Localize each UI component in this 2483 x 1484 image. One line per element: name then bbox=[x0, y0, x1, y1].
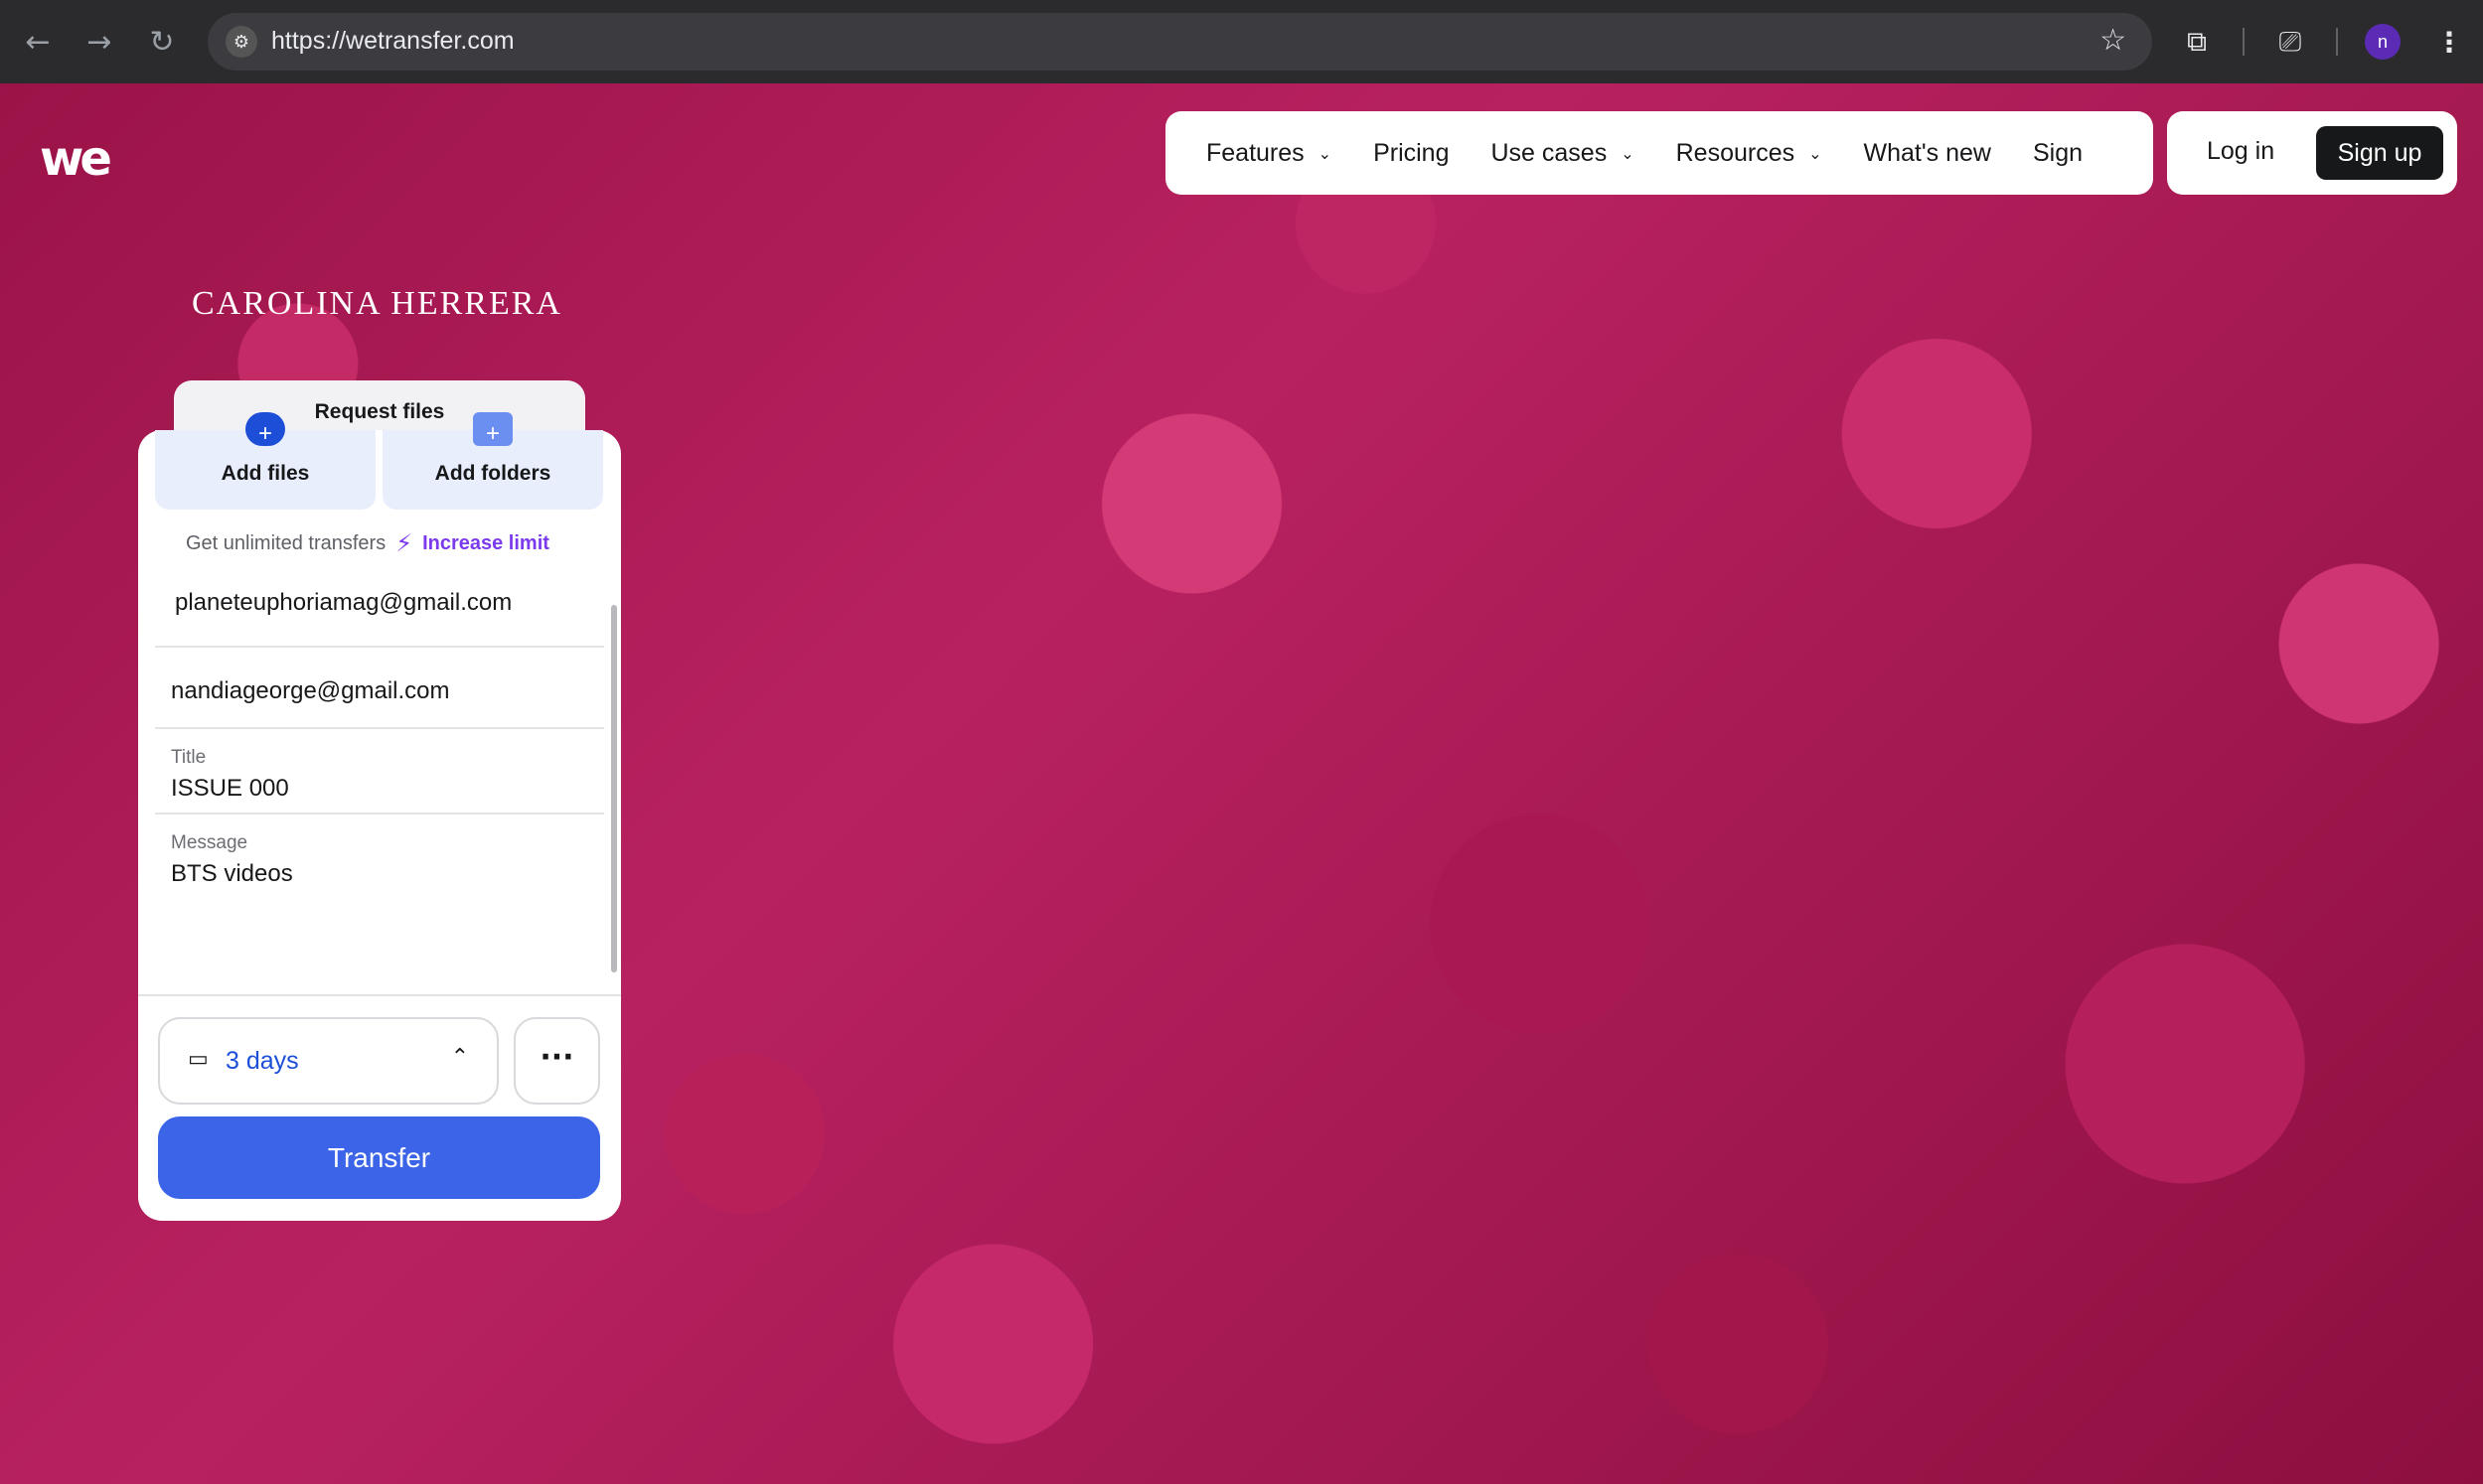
bolt-icon: ⚡ bbox=[395, 529, 413, 557]
form-scrollbar[interactable] bbox=[611, 605, 617, 972]
page-background: we Features ⌄ Pricing Use cases ⌄ Resour… bbox=[0, 83, 2483, 1484]
add-file-icon: + bbox=[245, 412, 285, 447]
panel-divider bbox=[138, 994, 621, 996]
menu-icon[interactable]: ⋮ bbox=[2429, 22, 2469, 62]
bookmark-star-icon[interactable]: ☆ bbox=[2099, 23, 2126, 58]
forward-icon[interactable]: → bbox=[79, 22, 119, 62]
message-value: BTS videos bbox=[171, 860, 293, 887]
unlimited-transfers-text: Get unlimited transfers bbox=[186, 531, 387, 554]
title-value: ISSUE 000 bbox=[171, 775, 289, 802]
sender-email-field[interactable]: nandiageorge@gmail.com bbox=[155, 648, 604, 729]
nav-sign[interactable]: Sign bbox=[2033, 139, 2083, 168]
toolbar-divider bbox=[2336, 28, 2338, 56]
auth-nav: Log in Sign up bbox=[2167, 111, 2457, 195]
chevron-down-icon: ⌄ bbox=[1621, 143, 1634, 163]
back-icon[interactable]: ← bbox=[18, 22, 58, 62]
transfer-panel: + Add files + Add folders Get unlimited … bbox=[138, 412, 621, 1221]
message-label: Message bbox=[171, 832, 248, 853]
nav-resources[interactable]: Resources ⌄ bbox=[1676, 139, 1822, 168]
nav-use-cases[interactable]: Use cases ⌄ bbox=[1491, 139, 1634, 168]
url-text[interactable]: https://wetransfer.com bbox=[271, 27, 515, 56]
upgrade-row: Get unlimited transfers ⚡ Increase limit bbox=[186, 529, 549, 557]
increase-limit-link[interactable]: Increase limit bbox=[422, 532, 549, 555]
nav-features-label: Features bbox=[1206, 138, 1305, 167]
nav-sign-label: Sign bbox=[2032, 138, 2084, 167]
sender-email-value: nandiageorge@gmail.com bbox=[171, 677, 450, 704]
transfer-button[interactable]: Transfer bbox=[158, 1116, 600, 1199]
expiry-value: 3 days bbox=[226, 1047, 299, 1075]
nav-features[interactable]: Features ⌄ bbox=[1206, 139, 1331, 168]
nav-use-cases-label: Use cases bbox=[1490, 138, 1608, 167]
main-nav: Features ⌄ Pricing Use cases ⌄ Resources… bbox=[1165, 111, 2153, 195]
title-field[interactable]: Title ISSUE 000 bbox=[155, 729, 604, 815]
more-options-button[interactable]: ··· bbox=[514, 1017, 600, 1105]
nav-resources-label: Resources bbox=[1675, 138, 1795, 167]
nav-pricing[interactable]: Pricing bbox=[1373, 139, 1449, 168]
message-field[interactable]: Message BTS videos bbox=[155, 815, 604, 908]
add-folders-button[interactable]: + Add folders bbox=[383, 412, 603, 510]
cast-icon[interactable]: ⎚ bbox=[2270, 22, 2310, 62]
title-label: Title bbox=[171, 747, 207, 768]
extensions-icon[interactable]: ⧉ bbox=[2177, 22, 2217, 62]
nav-whats-new-label: What's new bbox=[1863, 138, 1991, 167]
sponsor-brand-logo[interactable]: CAROLINA HERRERA bbox=[192, 285, 562, 323]
nav-whats-new[interactable]: What's new bbox=[1864, 139, 1991, 168]
profile-avatar[interactable]: n bbox=[2365, 24, 2401, 60]
nav-pricing-label: Pricing bbox=[1373, 138, 1450, 167]
recipient-email-value: planeteuphoriamag@gmail.com bbox=[175, 589, 513, 616]
toolbar-divider bbox=[2243, 28, 2245, 56]
expiry-selector[interactable]: ▭ 3 days ⌃ bbox=[158, 1017, 499, 1105]
add-files-button[interactable]: + Add files bbox=[155, 412, 376, 510]
address-bar[interactable]: ⚙ https://wetransfer.com ☆ bbox=[208, 13, 2152, 71]
site-settings-icon[interactable]: ⚙ bbox=[226, 26, 257, 58]
calendar-icon: ▭ bbox=[188, 1047, 209, 1072]
login-button[interactable]: Log in bbox=[2207, 137, 2274, 166]
browser-toolbar: ← → ↻ ⚙ https://wetransfer.com ☆ ⧉ ⎚ n ⋮ bbox=[0, 0, 2483, 83]
recipient-email-field[interactable]: planeteuphoriamag@gmail.com bbox=[155, 567, 604, 648]
signup-button[interactable]: Sign up bbox=[2316, 126, 2443, 180]
chevron-up-icon: ⌃ bbox=[450, 1045, 469, 1070]
add-files-label: Add files bbox=[221, 462, 310, 485]
chevron-down-icon: ⌄ bbox=[1808, 143, 1822, 163]
reload-icon[interactable]: ↻ bbox=[142, 22, 182, 62]
add-folders-label: Add folders bbox=[434, 462, 551, 485]
chevron-down-icon: ⌄ bbox=[1318, 143, 1332, 163]
add-folder-icon: + bbox=[473, 412, 513, 447]
wetransfer-logo[interactable]: we bbox=[40, 131, 112, 187]
